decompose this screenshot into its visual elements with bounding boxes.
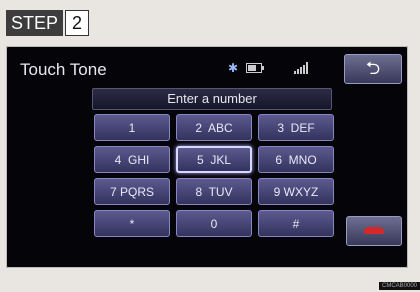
hangup-button[interactable] bbox=[346, 216, 402, 246]
key-9[interactable]: 9 WXYZ bbox=[258, 178, 334, 205]
status-bar: ✱ bbox=[228, 60, 308, 76]
screen-title: Touch Tone bbox=[20, 60, 107, 79]
dial-keypad: 1 2 ABC 3 DEF 4 GHI 5 JKL 6 MNO 7 PQRS 8… bbox=[94, 114, 334, 238]
touch-tone-screen: Touch Tone ✱ ⮌ Enter a number 1 2 ABC 3 … bbox=[6, 46, 408, 268]
battery-icon bbox=[246, 63, 264, 73]
image-code: CMCAB0000 bbox=[378, 282, 420, 290]
hangup-icon bbox=[364, 227, 384, 234]
key-3[interactable]: 3 DEF bbox=[258, 114, 334, 141]
step-label: STEP bbox=[6, 10, 64, 36]
key-star[interactable]: * bbox=[94, 210, 170, 237]
key-8[interactable]: 8 TUV bbox=[176, 178, 252, 205]
key-2[interactable]: 2 ABC bbox=[176, 114, 252, 141]
bluetooth-icon: ✱ bbox=[228, 61, 239, 75]
key-4[interactable]: 4 GHI bbox=[94, 146, 170, 173]
back-arrow-icon: ⮌ bbox=[365, 58, 381, 78]
key-1[interactable]: 1 bbox=[94, 114, 170, 141]
step-badge: STEP 2 bbox=[6, 10, 90, 36]
signal-icon bbox=[294, 62, 308, 74]
step-number: 2 bbox=[65, 10, 90, 36]
key-5[interactable]: 5 JKL bbox=[176, 146, 252, 173]
key-6[interactable]: 6 MNO bbox=[258, 146, 334, 173]
key-0[interactable]: 0 bbox=[176, 210, 252, 237]
key-7[interactable]: 7 PQRS bbox=[94, 178, 170, 205]
back-button[interactable]: ⮌ bbox=[344, 54, 402, 84]
key-hash[interactable]: # bbox=[258, 210, 334, 237]
number-entry-field[interactable]: Enter a number bbox=[92, 88, 332, 110]
